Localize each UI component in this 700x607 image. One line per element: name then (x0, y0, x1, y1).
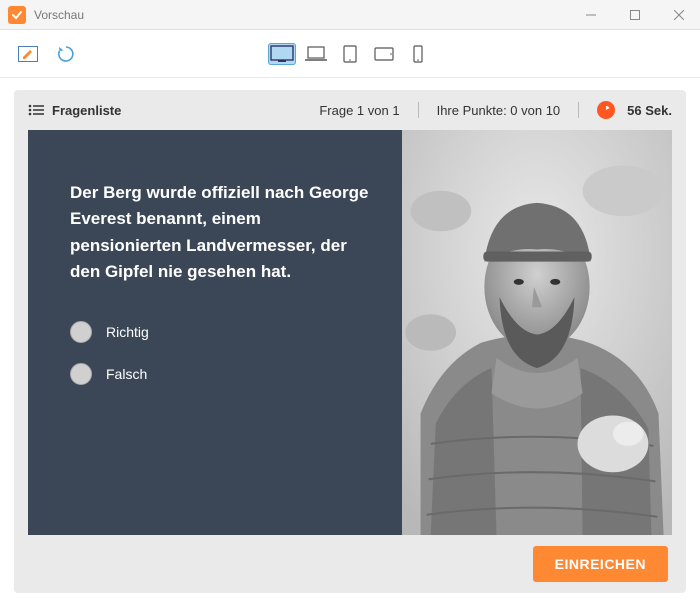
question-text: Der Berg wurde offiziell nach George Eve… (70, 180, 372, 285)
close-button[interactable] (666, 2, 692, 28)
submit-button[interactable]: EINREICHEN (533, 546, 668, 582)
toolbar (0, 30, 700, 78)
device-tablet-portrait-button[interactable] (336, 43, 364, 65)
minimize-button[interactable] (578, 2, 604, 28)
refresh-button[interactable] (52, 40, 80, 68)
content-area: Fragenliste Frage 1 von 1 Ihre Punkte: 0… (0, 78, 700, 607)
quiz-footer: EINREICHEN (14, 535, 686, 593)
window-controls (578, 2, 692, 28)
edit-button[interactable] (14, 40, 42, 68)
window-titlebar: Vorschau (0, 0, 700, 30)
list-icon (28, 104, 44, 116)
maximize-button[interactable] (622, 2, 648, 28)
device-switcher (268, 43, 432, 65)
quiz-body: Der Berg wurde offiziell nach George Eve… (28, 130, 672, 535)
quiz-header: Fragenliste Frage 1 von 1 Ihre Punkte: 0… (14, 90, 686, 130)
device-desktop-button[interactable] (268, 43, 296, 65)
timer-label: 56 Sek. (627, 103, 672, 118)
device-laptop-button[interactable] (302, 43, 330, 65)
question-panel: Der Berg wurde offiziell nach George Eve… (28, 130, 402, 535)
radio-icon (70, 363, 92, 385)
divider (578, 102, 579, 118)
radio-icon (70, 321, 92, 343)
app-icon (8, 6, 26, 24)
question-list-button[interactable]: Fragenliste (52, 103, 121, 118)
option-true[interactable]: Richtig (70, 321, 372, 343)
option-true-label: Richtig (106, 324, 149, 340)
score-label: Ihre Punkte: 0 von 10 (437, 103, 561, 118)
device-tablet-landscape-button[interactable] (370, 43, 398, 65)
question-image (402, 130, 672, 535)
option-false[interactable]: Falsch (70, 363, 372, 385)
divider (418, 102, 419, 118)
progress-label: Frage 1 von 1 (319, 103, 399, 118)
option-false-label: Falsch (106, 366, 147, 382)
device-phone-button[interactable] (404, 43, 432, 65)
timer-icon (597, 101, 615, 119)
quiz-card: Fragenliste Frage 1 von 1 Ihre Punkte: 0… (14, 90, 686, 593)
window-title: Vorschau (34, 8, 578, 22)
